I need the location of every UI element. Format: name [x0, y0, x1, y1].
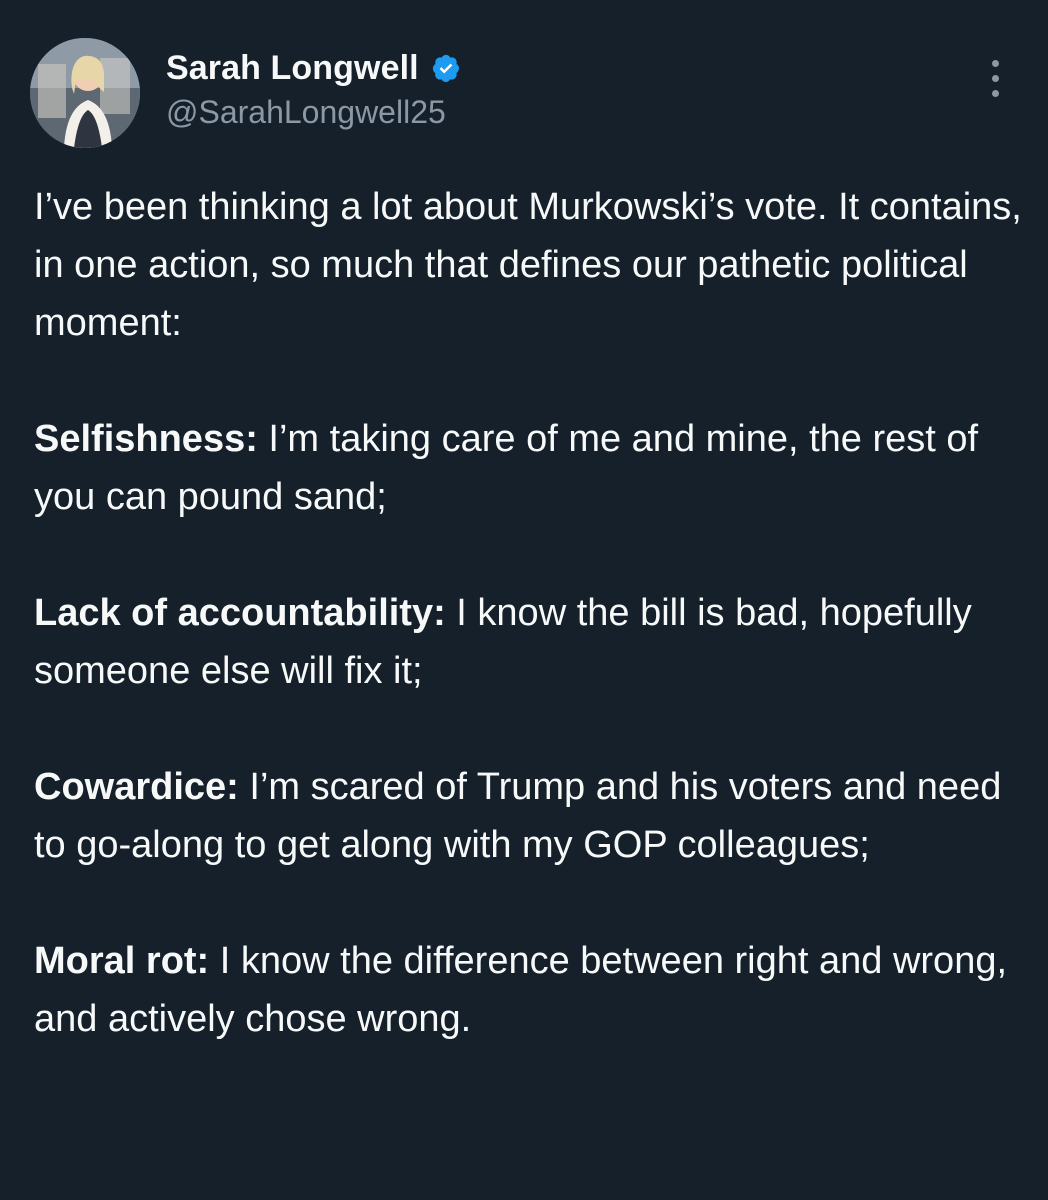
author-handle[interactable]: @SarahLongwell25: [166, 94, 461, 130]
tweet-text: I’ve been thinking a lot about Murkowski…: [34, 178, 1034, 1048]
tweet-card: Sarah Longwell @SarahLongwell25 I’ve bee…: [0, 0, 1048, 1200]
verified-badge-icon: [431, 53, 461, 83]
tweet-point: Selfishness: I’m taking care of me and m…: [34, 410, 1034, 526]
author-display-name[interactable]: Sarah Longwell: [166, 48, 419, 88]
profile-photo-icon: [30, 38, 140, 148]
point-term: Lack of accountability:: [34, 592, 446, 634]
tweet-header: Sarah Longwell @SarahLongwell25: [30, 38, 1024, 148]
tweet-intro: I’ve been thinking a lot about Murkowski…: [34, 186, 1022, 344]
tweet-point: Cowardice: I’m scared of Trump and his v…: [34, 758, 1034, 874]
more-dot-icon: [991, 75, 999, 82]
more-dot-icon: [991, 60, 999, 67]
avatar[interactable]: [30, 38, 140, 148]
point-term: Moral rot:: [34, 940, 210, 982]
name-row: Sarah Longwell: [166, 48, 461, 88]
point-term: Selfishness:: [34, 418, 258, 460]
more-dot-icon: [991, 90, 999, 97]
author-identity: Sarah Longwell @SarahLongwell25: [166, 48, 461, 130]
tweet-point: Moral rot: I know the difference between…: [34, 932, 1034, 1048]
tweet-point: Lack of accountability: I know the bill …: [34, 584, 1034, 700]
more-options-icon[interactable]: [984, 60, 1006, 112]
point-term: Cowardice:: [34, 766, 239, 808]
